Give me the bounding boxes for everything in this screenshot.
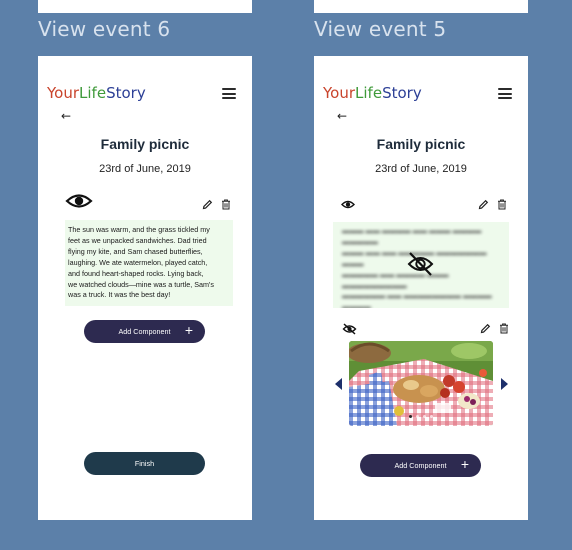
app-logo[interactable]: YourLifeStory xyxy=(323,84,422,102)
back-arrow-icon[interactable]: ← xyxy=(337,109,347,123)
event-date: 23rd of June, 2019 xyxy=(375,163,467,175)
phone-screen-view-event-6: YourLifeStory ← Family picnic 23rd of Ju… xyxy=(38,56,252,520)
pencil-icon[interactable] xyxy=(202,199,213,210)
previous-frame-stub xyxy=(314,0,528,13)
frame-title: View event 5 xyxy=(314,17,447,41)
event-title: Family picnic xyxy=(100,136,190,152)
carousel-dot[interactable] xyxy=(409,415,412,418)
eye-off-icon[interactable] xyxy=(406,251,435,277)
finish-button[interactable]: Finish xyxy=(84,452,205,475)
eye-icon[interactable] xyxy=(341,199,355,210)
frame-title: View event 6 xyxy=(38,17,171,41)
hamburger-menu-icon[interactable] xyxy=(498,88,512,99)
previous-frame-stub xyxy=(38,0,252,13)
carousel-dot[interactable] xyxy=(430,415,433,418)
carousel-dot[interactable] xyxy=(416,415,419,418)
trash-icon[interactable] xyxy=(497,199,507,210)
add-component-button[interactable]: Add Component + xyxy=(360,454,481,477)
carousel-indicators xyxy=(349,415,493,418)
picnic-image xyxy=(349,341,493,426)
trash-icon[interactable] xyxy=(221,199,231,210)
hamburger-menu-icon[interactable] xyxy=(222,88,236,99)
story-text-component: The sun was warm, and the grass tickled … xyxy=(65,220,233,307)
carousel-dot[interactable] xyxy=(423,415,426,418)
plus-icon: + xyxy=(184,322,193,338)
eye-off-icon[interactable] xyxy=(342,323,357,335)
picnic-photo xyxy=(349,341,493,426)
trash-icon[interactable] xyxy=(499,323,509,334)
carousel-prev-icon[interactable] xyxy=(335,378,342,390)
eye-icon[interactable] xyxy=(65,191,93,211)
app-logo[interactable]: YourLifeStory xyxy=(47,84,146,102)
back-arrow-icon[interactable]: ← xyxy=(61,109,71,123)
carousel-next-icon[interactable] xyxy=(501,378,508,390)
add-component-button[interactable]: Add Component + xyxy=(84,320,205,343)
phone-screen-view-event-5: YourLifeStory ← Family picnic 23rd of Ju… xyxy=(314,56,528,520)
plus-icon: + xyxy=(460,456,469,472)
event-date: 23rd of June, 2019 xyxy=(99,163,191,175)
pencil-icon[interactable] xyxy=(478,199,489,210)
event-title: Family picnic xyxy=(376,136,466,152)
pencil-icon[interactable] xyxy=(480,323,491,334)
